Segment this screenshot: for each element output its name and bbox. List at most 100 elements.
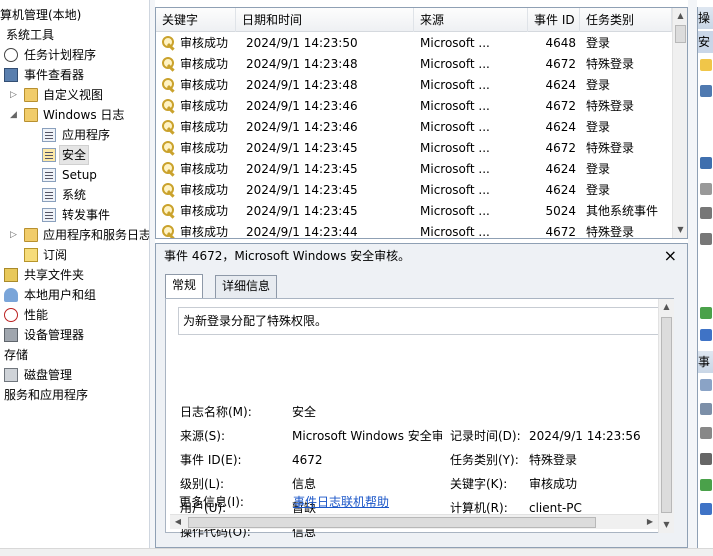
datetime-cell: 2024/9/1 14:23:48 bbox=[246, 57, 358, 71]
audit-success-key-icon bbox=[162, 225, 177, 238]
table-row[interactable]: 审核成功 2024/9/1 14:23:46 Microsoft ... 4672 特殊… bbox=[156, 96, 672, 117]
scrollbar-thumb[interactable] bbox=[661, 317, 672, 513]
source-value: Microsoft Windows 安全审 bbox=[292, 429, 442, 443]
performance-icon bbox=[4, 308, 18, 322]
column-header-event-id[interactable]: 事件 ID bbox=[528, 8, 580, 32]
list-vertical-scrollbar[interactable]: ▲ ▼ bbox=[672, 8, 687, 238]
column-header-datetime[interactable]: 日期和时间 bbox=[236, 8, 414, 32]
scrollbar-thumb[interactable] bbox=[188, 517, 596, 528]
tab-general[interactable]: 常规 bbox=[165, 274, 204, 299]
close-icon[interactable]: × bbox=[664, 246, 677, 266]
scroll-down-icon[interactable]: ▼ bbox=[673, 222, 687, 238]
keyword-cell: 审核成功 bbox=[180, 225, 229, 239]
task-category-cell: 登录 bbox=[586, 162, 611, 176]
help-icon[interactable] bbox=[700, 329, 712, 341]
column-header-source[interactable]: 来源 bbox=[414, 8, 528, 32]
open-log-icon[interactable] bbox=[700, 59, 712, 71]
actions-pane: 操 安 事 bbox=[697, 7, 713, 548]
tree-item-label: 磁盘管理 bbox=[24, 368, 73, 382]
filter-icon[interactable] bbox=[700, 157, 712, 169]
expand-arrow-icon[interactable]: ▷ bbox=[10, 85, 17, 105]
table-row[interactable]: 审核成功 2024/9/1 14:23:45 Microsoft ... 4624 登录 bbox=[156, 159, 672, 180]
help-icon[interactable] bbox=[700, 503, 712, 515]
keyword-cell: 审核成功 bbox=[180, 204, 229, 218]
tree-item-label: 共享文件夹 bbox=[24, 268, 85, 282]
tree-item-label: Windows 日志 bbox=[43, 108, 125, 122]
help-link[interactable]: 事件日志联机帮助 bbox=[293, 494, 389, 510]
scroll-left-icon[interactable]: ◀ bbox=[170, 515, 186, 529]
event-viewer-icon bbox=[4, 68, 18, 82]
actions-section-security[interactable]: 安 bbox=[698, 31, 713, 53]
copy-icon[interactable] bbox=[700, 427, 712, 439]
tab-details[interactable]: 详细信息 bbox=[215, 275, 278, 298]
device-manager-icon bbox=[4, 328, 18, 342]
table-row[interactable]: 审核成功 2024/9/1 14:23:48 Microsoft ... 4624 登录 bbox=[156, 75, 672, 96]
table-row[interactable]: 审核成功 2024/9/1 14:23:48 Microsoft ... 4672 特殊… bbox=[156, 54, 672, 75]
source-cell: Microsoft ... bbox=[420, 183, 490, 197]
task-category-cell: 特殊登录 bbox=[586, 99, 635, 113]
logged-label: 记录时间(D): bbox=[450, 429, 521, 443]
table-row[interactable]: 审核成功 2024/9/1 14:23:50 Microsoft ... 4648 登录 bbox=[156, 33, 672, 54]
tree-item-label: 任务计划程序 bbox=[24, 48, 97, 62]
actions-section-event[interactable]: 事 bbox=[698, 351, 713, 373]
detail-horizontal-scrollbar[interactable]: ◀ ▶ bbox=[170, 514, 658, 529]
table-row[interactable]: 审核成功 2024/9/1 14:23:45 Microsoft ... 4624 登录 bbox=[156, 180, 672, 201]
refresh-icon[interactable] bbox=[700, 479, 712, 491]
scroll-up-icon[interactable]: ▲ bbox=[673, 8, 687, 24]
task-category-cell: 登录 bbox=[586, 120, 611, 134]
tree-item-label: 服务和应用程序 bbox=[4, 388, 89, 402]
event-id-value: 4672 bbox=[292, 453, 323, 467]
clock-icon bbox=[4, 48, 18, 62]
keyword-cell: 审核成功 bbox=[180, 120, 229, 134]
log-name-label: 日志名称(M): bbox=[180, 405, 252, 419]
column-header-task-category[interactable]: 任务类别 bbox=[580, 8, 672, 32]
table-row[interactable]: 审核成功 2024/9/1 14:23:45 Microsoft ... 5024 其他… bbox=[156, 201, 672, 222]
event-id-label: 事件 ID(E): bbox=[180, 453, 242, 467]
detail-vertical-scrollbar[interactable]: ▲ ▼ bbox=[658, 299, 674, 533]
properties-icon[interactable] bbox=[700, 183, 712, 195]
actions-header: 操 bbox=[698, 7, 713, 29]
tree-item-label: 安全 bbox=[59, 145, 90, 165]
audit-success-key-icon bbox=[162, 78, 177, 93]
column-header-keyword[interactable]: 关键字 bbox=[156, 8, 236, 32]
expand-arrow-icon[interactable]: ▷ bbox=[10, 225, 17, 245]
find-icon[interactable] bbox=[700, 207, 712, 219]
scroll-right-icon[interactable]: ▶ bbox=[642, 515, 658, 529]
keyword-cell: 审核成功 bbox=[180, 36, 229, 50]
save-selected-icon[interactable] bbox=[700, 453, 712, 465]
save-icon[interactable] bbox=[700, 233, 712, 245]
datetime-cell: 2024/9/1 14:23:48 bbox=[246, 78, 358, 92]
tree-item-label: 应用程序 bbox=[62, 128, 111, 142]
status-bar bbox=[0, 548, 713, 556]
subscription-icon bbox=[24, 248, 38, 262]
attach-task-icon[interactable] bbox=[700, 403, 712, 415]
event-properties-icon[interactable] bbox=[700, 379, 712, 391]
level-value: 信息 bbox=[292, 477, 317, 491]
event-description: 为新登录分配了特殊权限。 bbox=[178, 307, 660, 335]
source-cell: Microsoft ... bbox=[420, 141, 490, 155]
tree-item-label: 系统 bbox=[62, 188, 87, 202]
keyword-cell: 审核成功 bbox=[180, 162, 229, 176]
scroll-up-icon[interactable]: ▲ bbox=[659, 299, 674, 315]
audit-success-key-icon bbox=[162, 162, 177, 177]
table-row[interactable]: 审核成功 2024/9/1 14:23:44 Microsoft ... 4672 特殊… bbox=[156, 222, 672, 239]
source-cell: Microsoft ... bbox=[420, 204, 490, 218]
table-row[interactable]: 审核成功 2024/9/1 14:23:46 Microsoft ... 4624 登录 bbox=[156, 117, 672, 138]
task-category-cell: 特殊登录 bbox=[586, 141, 635, 155]
tree-item-label: Setup bbox=[62, 168, 97, 182]
refresh-icon[interactable] bbox=[700, 307, 712, 319]
datetime-cell: 2024/9/1 14:23:45 bbox=[246, 141, 358, 155]
create-view-icon[interactable] bbox=[700, 85, 712, 97]
pane-splitter[interactable] bbox=[688, 0, 697, 548]
datetime-cell: 2024/9/1 14:23:45 bbox=[246, 183, 358, 197]
disk-icon bbox=[4, 368, 18, 382]
shared-folder-icon bbox=[4, 268, 18, 282]
tree-item-label: 事件查看器 bbox=[24, 68, 85, 82]
scroll-down-icon[interactable]: ▼ bbox=[659, 517, 674, 533]
tree-item-label: 订阅 bbox=[43, 248, 68, 262]
table-row[interactable]: 审核成功 2024/9/1 14:23:45 Microsoft ... 4672 特殊… bbox=[156, 138, 672, 159]
collapse-arrow-icon[interactable]: ◢ bbox=[10, 105, 17, 125]
keyword-cell: 审核成功 bbox=[180, 78, 229, 92]
users-icon bbox=[4, 288, 18, 302]
scrollbar-thumb[interactable] bbox=[675, 25, 686, 43]
